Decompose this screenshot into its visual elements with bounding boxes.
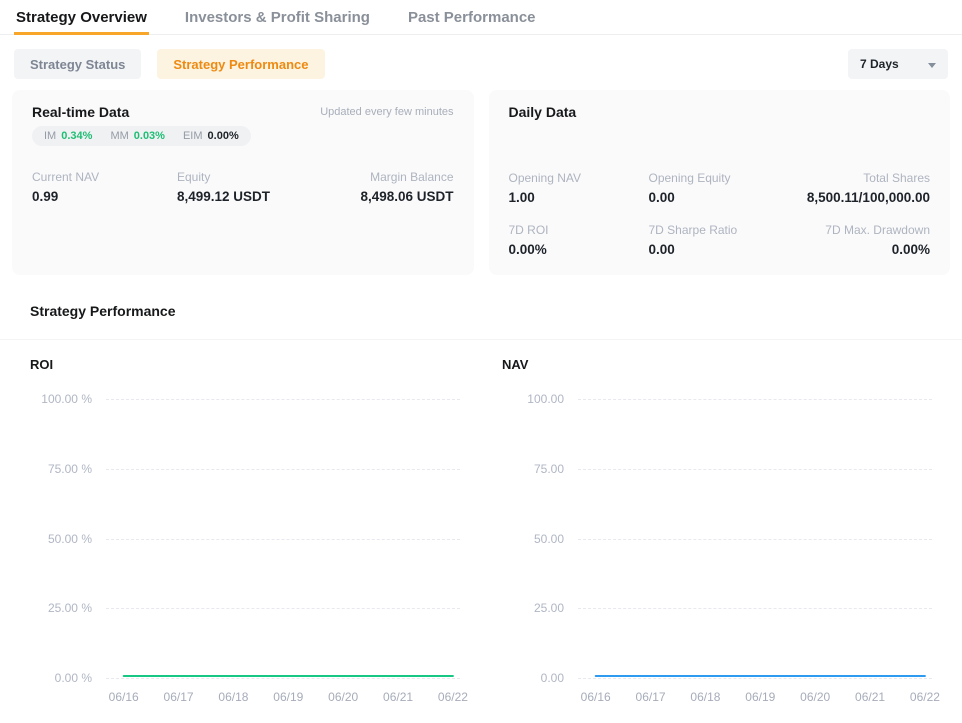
strategy-performance-section: Strategy Performance ROI 100.00 % 75.00 %…: [0, 275, 962, 711]
roi-chart-title: ROI: [30, 357, 460, 373]
y-axis-label: 100.00: [502, 392, 564, 406]
roi-line-svg: [106, 399, 460, 678]
stat-7d-max-drawdown: 7D Max. Drawdown 0.00%: [825, 223, 930, 258]
stat-value: 1.00: [509, 190, 649, 206]
stat-label: 7D Sharpe Ratio: [649, 223, 826, 237]
stat-margin-balance: Margin Balance 8,498.06 USDT: [360, 170, 453, 205]
stat-7d-roi: 7D ROI 0.00%: [509, 223, 649, 258]
nav-line-svg: [578, 399, 932, 678]
mm-label: MM: [110, 130, 128, 142]
plot-area: 06/1606/1706/1806/1906/2006/2106/22: [578, 399, 932, 678]
gridline: [106, 678, 460, 679]
stat-label: 7D Max. Drawdown: [825, 223, 930, 237]
data-cards-row: Real-time Data Updated every few minutes…: [0, 79, 962, 275]
stat-value: 0.00%: [509, 242, 649, 258]
mm-badge: MM 0.03%: [110, 130, 165, 142]
tab-past-performance[interactable]: Past Performance: [406, 0, 538, 35]
stat-label: Opening NAV: [509, 171, 649, 185]
roi-chart: ROI 100.00 % 75.00 % 50.00 % 25.00 % 0.00 % 0…: [30, 357, 460, 711]
y-axis-label: 0.00 %: [30, 671, 92, 685]
eim-badge: EIM 0.00%: [183, 130, 239, 142]
y-axis-label: 25.00: [502, 601, 564, 615]
stat-equity: Equity 8,499.12 USDT: [177, 170, 360, 205]
sub-nav: Strategy Status Strategy Performance 7 D…: [0, 35, 962, 79]
stat-label: Margin Balance: [360, 170, 453, 184]
pill-strategy-status[interactable]: Strategy Status: [14, 49, 141, 79]
y-axis-label: 100.00 %: [30, 392, 92, 406]
time-range-dropdown[interactable]: 7 Days: [848, 49, 948, 79]
y-axis-label: 25.00 %: [30, 601, 92, 615]
y-axis-label: 50.00 %: [30, 532, 92, 546]
realtime-data-card: Real-time Data Updated every few minutes…: [12, 90, 474, 275]
margin-ratio-badge: IM 0.34% MM 0.03% EIM 0.00%: [32, 126, 251, 146]
stat-label: 7D ROI: [509, 223, 649, 237]
nav-chart-plot[interactable]: 100.0075.0050.0025.000.0006/1606/1706/18…: [502, 399, 932, 711]
daily-card-title: Daily Data: [509, 103, 577, 121]
x-axis-label: 06/18: [218, 690, 248, 704]
stat-opening-equity: Opening Equity 0.00: [649, 171, 807, 206]
x-axis-label: 06/21: [383, 690, 413, 704]
stat-current-nav: Current NAV 0.99: [32, 170, 177, 205]
x-axis-label: 06/21: [855, 690, 885, 704]
im-label: IM: [44, 130, 56, 142]
roi-chart-plot[interactable]: 100.00 %75.00 %50.00 %25.00 %0.00 %06/16…: [30, 399, 460, 711]
stat-label: Opening Equity: [649, 171, 807, 185]
x-axis-label: 06/22: [438, 690, 468, 704]
stat-opening-nav: Opening NAV 1.00: [509, 171, 649, 206]
stat-label: Total Shares: [807, 171, 930, 185]
top-tab-bar: Strategy Overview Investors & Profit Sha…: [0, 0, 962, 35]
x-axis-label: 06/20: [328, 690, 358, 704]
x-axis-label: 06/22: [910, 690, 940, 704]
mm-value: 0.03%: [134, 130, 165, 142]
stat-label: Equity: [177, 170, 360, 184]
y-axis-label: 0.00: [502, 671, 564, 685]
nav-chart: NAV 100.0075.0050.0025.000.0006/1606/170…: [502, 357, 932, 711]
stat-value: 0.00: [649, 242, 826, 258]
charts-row: ROI 100.00 % 75.00 % 50.00 % 25.00 % 0.00 % 0…: [0, 340, 962, 711]
stat-value: 8,498.06 USDT: [360, 189, 453, 205]
y-axis-label: 50.00: [502, 532, 564, 546]
gridline: [578, 678, 932, 679]
x-axis-label: 06/19: [273, 690, 303, 704]
updated-note: Updated every few minutes: [320, 106, 453, 118]
im-value: 0.34%: [61, 130, 92, 142]
plot-area: 06/1606/1706/1806/1906/2006/2106/22: [106, 399, 460, 678]
eim-value: 0.00%: [208, 130, 239, 142]
stat-label: Current NAV: [32, 170, 177, 184]
im-badge: IM 0.34%: [44, 130, 92, 142]
stat-total-shares: Total Shares 8,500.11/100,000.00: [807, 171, 930, 206]
x-axis-label: 06/19: [745, 690, 775, 704]
x-axis-label: 06/16: [109, 690, 139, 704]
x-axis-label: 06/16: [581, 690, 611, 704]
time-range-value: 7 Days: [860, 57, 899, 71]
section-title: Strategy Performance: [30, 302, 932, 320]
tab-investors-profit-sharing[interactable]: Investors & Profit Sharing: [183, 0, 372, 35]
x-axis-label: 06/20: [800, 690, 830, 704]
nav-chart-title: NAV: [502, 357, 932, 373]
y-axis-label: 75.00: [502, 462, 564, 476]
stat-value: 0.00: [649, 190, 807, 206]
tab-strategy-overview[interactable]: Strategy Overview: [14, 0, 149, 35]
stat-value: 8,500.11/100,000.00: [807, 190, 930, 206]
pill-strategy-performance[interactable]: Strategy Performance: [157, 49, 324, 79]
x-axis-label: 06/17: [636, 690, 666, 704]
x-axis-label: 06/18: [690, 690, 720, 704]
caret-down-icon: [928, 63, 936, 68]
stat-value: 0.00%: [825, 242, 930, 258]
stat-value: 0.99: [32, 189, 177, 205]
realtime-card-title: Real-time Data: [32, 103, 129, 121]
stat-7d-sharpe-ratio: 7D Sharpe Ratio 0.00: [649, 223, 826, 258]
stat-value: 8,499.12 USDT: [177, 189, 360, 205]
eim-label: EIM: [183, 130, 203, 142]
daily-data-card: Daily Data Opening NAV 1.00 Opening Equi…: [489, 90, 951, 275]
y-axis-label: 75.00 %: [30, 462, 92, 476]
x-axis-label: 06/17: [164, 690, 194, 704]
